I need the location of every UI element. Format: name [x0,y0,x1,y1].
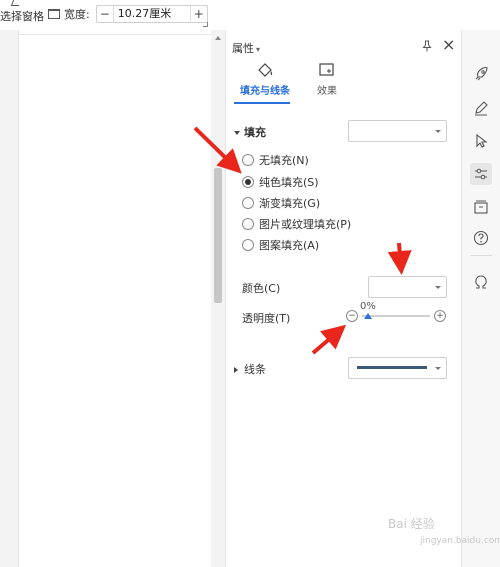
width-icon [48,9,60,19]
radio-label: 渐变填充(G) [259,197,321,210]
top-toolbar: 选择窗格 宽度: − 10.27厘米 + [0,0,500,30]
group-expand-icon[interactable] [203,22,208,27]
line-color-sample [357,366,427,369]
tab-fill-and-line[interactable]: 填充与线条 [234,62,296,97]
line-section-header[interactable]: 线条 [234,361,266,377]
archive-button[interactable] [470,196,492,218]
radio-label: 纯色填充(S) [259,176,319,189]
radio-button[interactable] [242,218,254,230]
collapse-icon [234,131,240,135]
width-increase-button[interactable]: + [191,6,207,22]
radio-pattern-fill[interactable]: 图案填充(A) [242,237,319,253]
watermark-text: Bai 经验 [388,517,435,531]
fill-section-header[interactable]: 填充 [234,124,266,140]
line-section-label: 线条 [244,363,266,376]
transparency-slider-handle[interactable] [364,313,372,319]
select-pane-label: 选择窗格 [0,10,44,23]
watermark-url: jingyan.baidu.com [420,536,500,546]
select-pane-button[interactable]: 选择窗格 [0,0,44,24]
rocket-button[interactable] [470,63,492,85]
tab-fill-and-line-label: 填充与线条 [240,86,290,97]
help-icon [473,230,489,246]
paint-bucket-icon [258,63,273,77]
panel-title[interactable]: 属性 ▾ [232,40,260,56]
color-dropdown[interactable] [368,276,447,298]
select-button[interactable] [470,130,492,152]
chevron-down-icon [435,367,441,370]
width-input[interactable]: 10.27厘米 [112,6,191,22]
page-edge-line [19,34,214,35]
tab-effect-label: 效果 [317,86,337,97]
pin-icon[interactable] [422,40,432,52]
document-page[interactable] [18,30,214,567]
scrollbar-thumb[interactable] [214,168,222,303]
width-label: 宽度: [64,8,90,21]
width-control: 宽度: − 10.27厘米 + [48,5,208,23]
right-tool-rail [461,30,500,567]
transparency-slider-track[interactable] [362,315,430,317]
radio-button-selected[interactable] [242,176,254,188]
help-button[interactable] [470,227,492,249]
sliders-icon [475,168,487,180]
properties-panel: 属性 ▾ × 填充与线条 效果 填充 无填充(N) 纯色填充(S) 渐变填充(G) [225,30,461,567]
omega-icon [475,275,487,289]
radio-gradient-fill[interactable]: 渐变填充(G) [242,195,320,211]
rocket-icon [475,66,488,81]
panel-title-dropdown-icon: ▾ [256,45,261,54]
scroll-up-icon[interactable] [215,36,221,40]
radio-button[interactable] [242,239,254,251]
cursor-icon [476,133,488,148]
radio-solid-fill[interactable]: 纯色填充(S) [242,174,319,190]
transparency-increase-button[interactable]: + [434,310,446,322]
pen-button[interactable] [470,97,492,119]
transparency-decrease-button[interactable]: − [346,310,358,322]
fill-section-label: 填充 [244,126,266,139]
transparency-value: 0% [360,301,376,312]
active-tab-indicator [234,102,290,104]
fill-type-dropdown[interactable] [348,120,447,142]
radio-button[interactable] [242,197,254,209]
select-pane-icon [10,0,22,6]
vertical-scrollbar[interactable] [211,30,225,567]
chevron-down-icon [435,130,441,133]
radio-picture-texture-fill[interactable]: 图片或纹理填充(P) [242,216,351,232]
effect-icon [319,63,334,76]
properties-button[interactable] [470,163,492,185]
color-label: 颜色(C) [242,282,281,295]
document-canvas[interactable] [0,30,214,567]
line-style-dropdown[interactable] [348,357,447,379]
radio-label: 图片或纹理填充(P) [259,218,352,231]
transparency-label: 透明度(T) [242,312,291,325]
rail-divider [470,255,492,256]
archive-icon [474,200,488,214]
pen-icon [475,101,488,116]
chevron-down-icon [435,286,441,289]
radio-label: 无填充(N) [259,154,309,167]
symbol-button[interactable] [470,271,492,293]
radio-no-fill[interactable]: 无填充(N) [242,152,309,168]
width-stepper: − 10.27厘米 + [95,5,208,23]
radio-button[interactable] [242,154,254,166]
width-decrease-button[interactable]: − [97,6,113,22]
tab-effect[interactable]: 效果 [312,62,342,97]
expand-icon [234,367,238,373]
close-icon[interactable]: × [442,37,455,53]
panel-title-text: 属性 [232,42,254,55]
radio-label: 图案填充(A) [259,239,320,252]
